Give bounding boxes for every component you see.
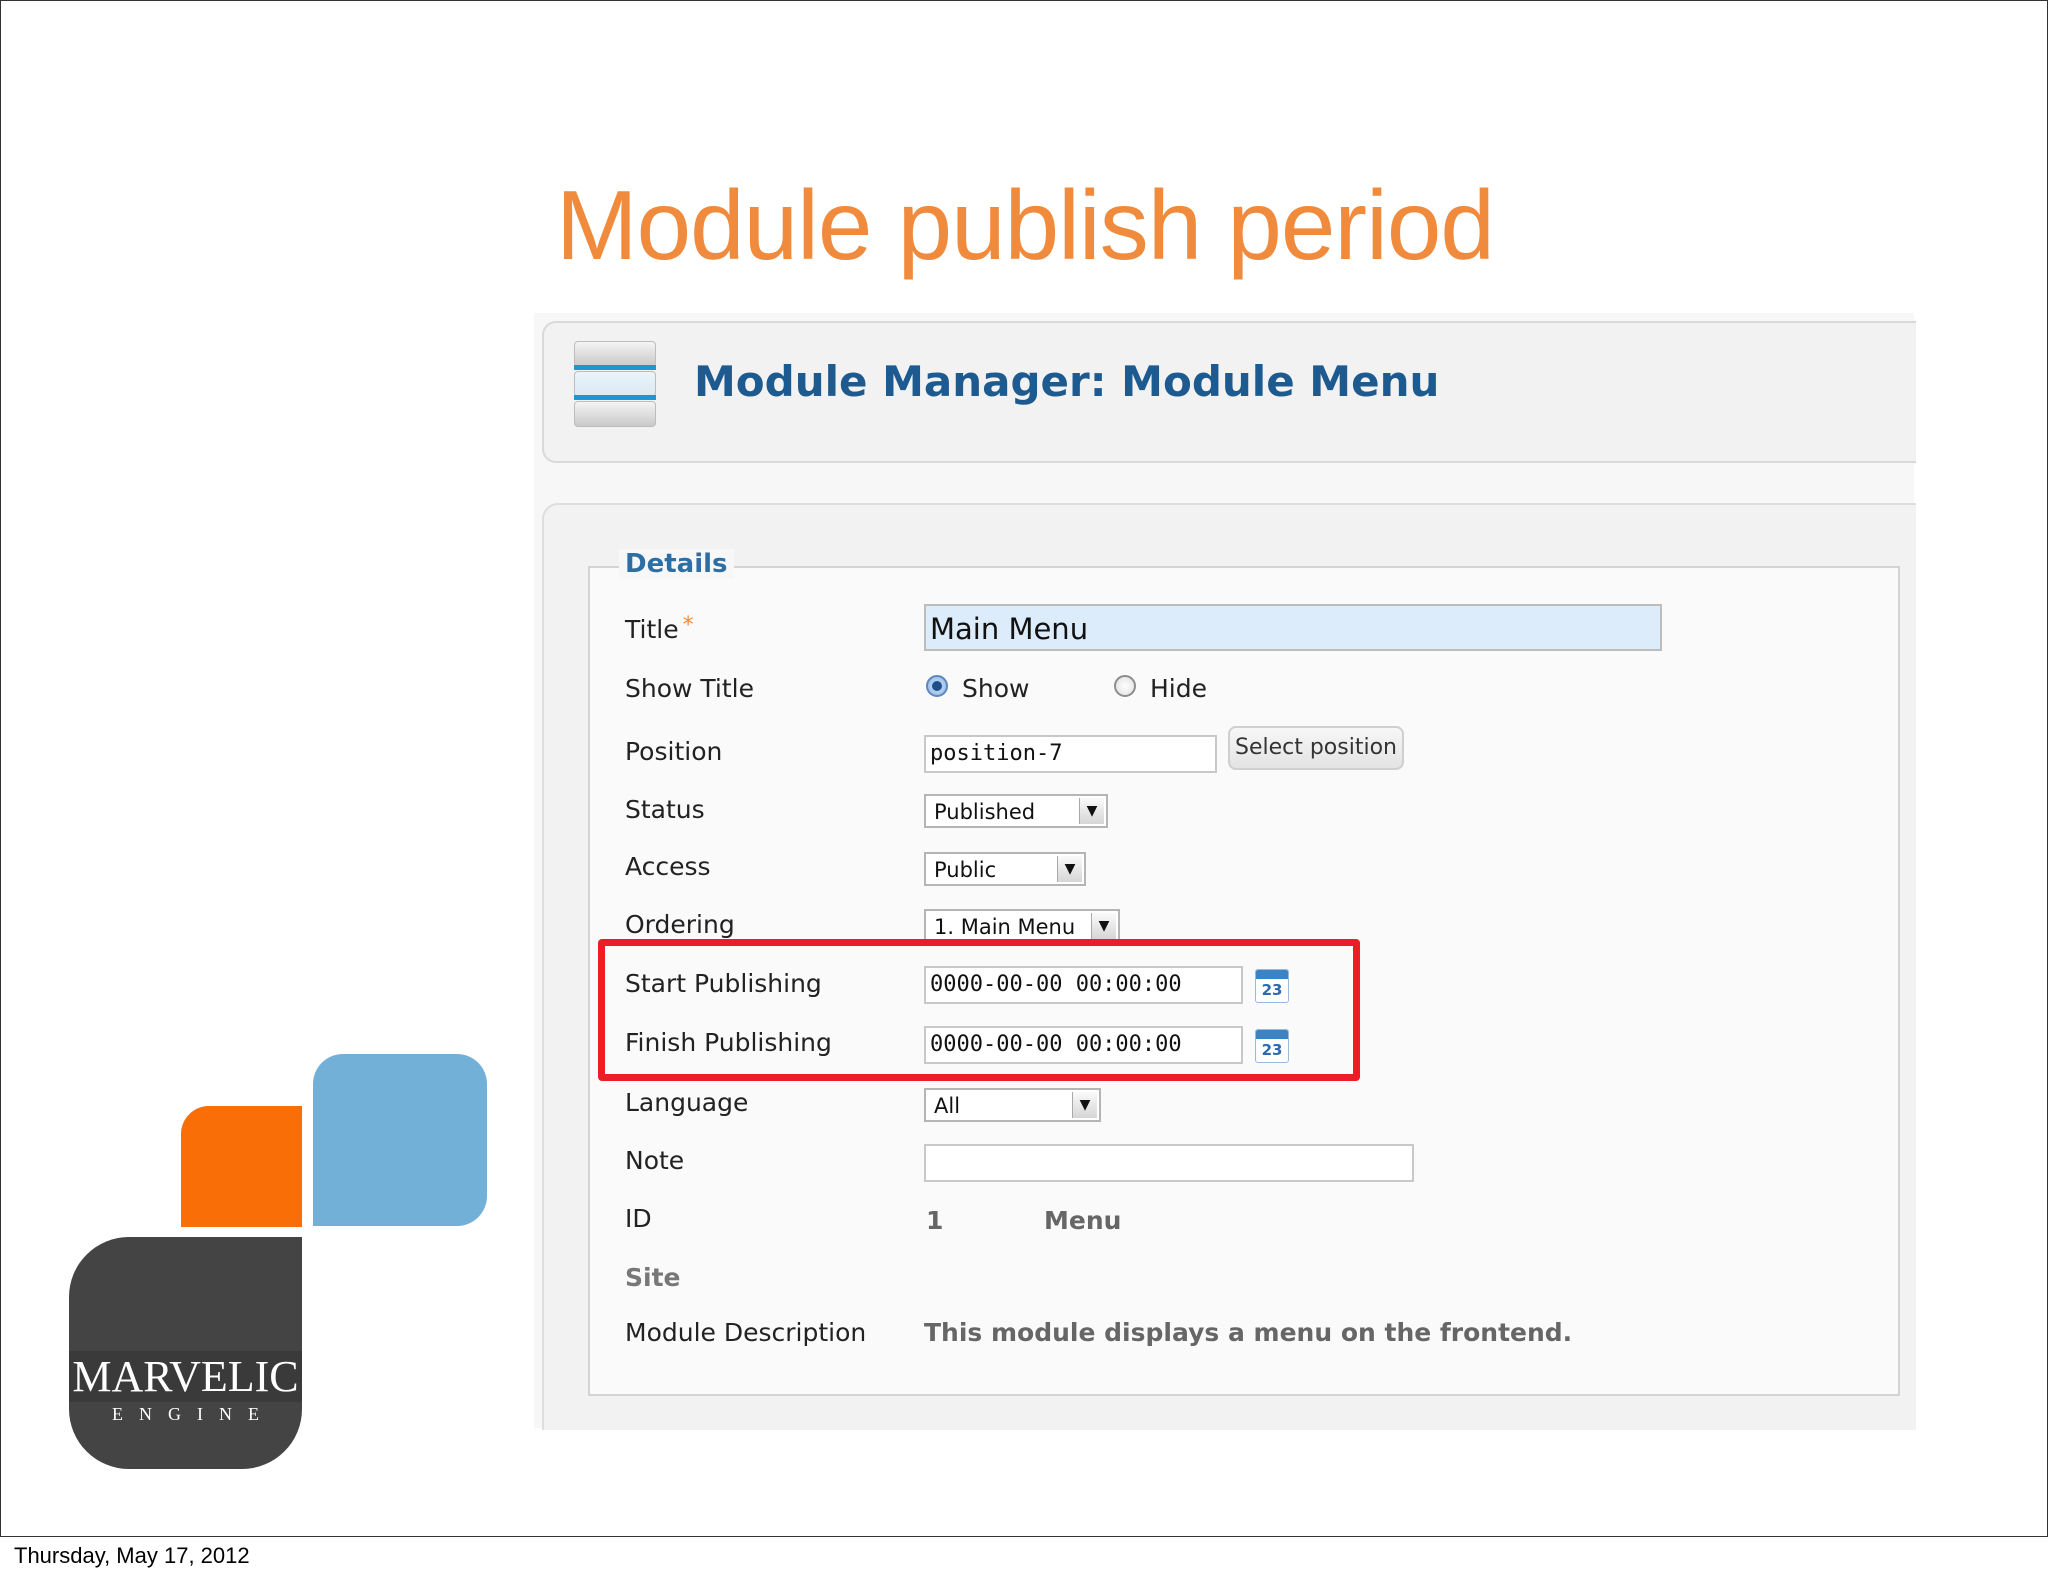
access-select[interactable]: Public ▼ [924, 852, 1086, 886]
language-label: Language [625, 1088, 749, 1117]
language-select[interactable]: All ▼ [924, 1088, 1101, 1122]
module-type-value: Menu [1044, 1206, 1122, 1235]
note-label: Note [625, 1146, 685, 1175]
module-description-value: This module displays a menu on the front… [924, 1318, 1573, 1347]
chevron-down-icon: ▼ [1072, 1092, 1097, 1118]
hide-radio[interactable] [1114, 675, 1136, 697]
select-position-button[interactable]: Select position [1228, 726, 1404, 770]
ordering-select[interactable]: 1. Main Menu ▼ [924, 909, 1120, 943]
module-manager-header: Module Manager: Module Menu [542, 321, 1916, 463]
id-value: 1 [926, 1206, 944, 1235]
slide: Module publish period Module Manager: Mo… [0, 0, 2048, 1537]
language-value: All [934, 1094, 961, 1118]
logo-wordmark: MARVELIC [69, 1351, 302, 1402]
publish-period-highlight [598, 939, 1360, 1081]
hide-radio-label: Hide [1150, 674, 1207, 703]
menu-module-icon [574, 341, 656, 433]
chevron-down-icon: ▼ [1079, 798, 1104, 824]
show-title-label: Show Title [625, 674, 754, 703]
marvelic-logo: MARVELIC ENGINE [69, 1054, 489, 1469]
site-label: Site [625, 1263, 681, 1292]
access-label: Access [625, 852, 711, 881]
logo-orange-square [181, 1106, 302, 1227]
logo-subtitle: ENGINE [112, 1404, 275, 1424]
id-label: ID [625, 1204, 652, 1233]
status-select[interactable]: Published ▼ [924, 794, 1108, 828]
title-input[interactable]: Main Menu [924, 604, 1662, 651]
ordering-label: Ordering [625, 910, 735, 939]
chevron-down-icon: ▼ [1057, 856, 1082, 882]
position-input[interactable]: position-7 [924, 735, 1217, 773]
note-input[interactable] [924, 1144, 1414, 1182]
footer-date: Thursday, May 17, 2012 [14, 1543, 250, 1568]
module-description-label: Module Description [625, 1318, 867, 1347]
required-mark: * [682, 613, 694, 638]
status-value: Published [934, 800, 1036, 824]
position-label: Position [625, 737, 723, 766]
chevron-down-icon: ▼ [1091, 913, 1116, 939]
show-radio-label: Show [962, 674, 1030, 703]
logo-blue-square [313, 1054, 487, 1226]
page-title: Module Manager: Module Menu [694, 357, 1440, 406]
title-label: Title * [625, 613, 694, 644]
ordering-value: 1. Main Menu [934, 915, 1076, 939]
access-value: Public [934, 858, 997, 882]
status-label: Status [625, 795, 705, 824]
slide-title: Module publish period [556, 170, 1495, 280]
details-legend: Details [619, 549, 734, 579]
show-radio[interactable] [926, 675, 948, 697]
